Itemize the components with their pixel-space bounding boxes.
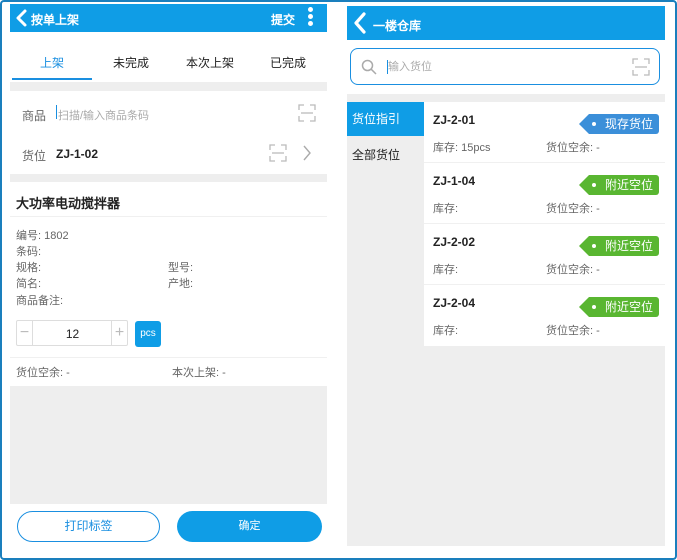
product-remark: 商品备注:	[16, 295, 64, 307]
product-short-name: 简名:	[16, 278, 42, 290]
right-header: 一楼仓库	[347, 6, 665, 40]
list-item[interactable]: ZJ-2-01 现存货位 库存: 15pcs 货位空余: -	[424, 102, 665, 163]
back-arrow-icon[interactable]	[351, 11, 369, 35]
location-search-input[interactable]	[388, 57, 618, 77]
location-value: ZJ-1-02	[56, 147, 99, 161]
empty-area	[10, 386, 327, 504]
this-shelved-text: 本次上架: -	[172, 367, 226, 379]
list-item[interactable]: ZJ-2-02 附近空位 库存: 货位空余: -	[424, 224, 665, 285]
tab-incomplete[interactable]: 未完成	[113, 54, 149, 71]
status-badge: 附近空位	[578, 175, 659, 195]
left-header: 按单上架 提交	[10, 4, 327, 32]
print-label-button[interactable]: 打印标签	[17, 511, 160, 542]
tab-shelve[interactable]: 上架	[40, 54, 64, 71]
shelving-panel: 按单上架 提交 上架 未完成 本次上架 已完成 商品 扫描/输入商品条码 货位 …	[10, 4, 327, 552]
back-arrow-icon[interactable]	[14, 8, 30, 28]
location-label: 货位	[22, 149, 47, 163]
search-icon	[361, 59, 377, 75]
goods-input-row[interactable]: 商品 扫描/输入商品条码	[10, 92, 327, 134]
warehouse-panel: 一楼仓库 货位指引 全部货位 ZJ-2-01 现存货位 库存: 15pcs 货位…	[347, 6, 665, 546]
product-model: 型号:	[168, 262, 194, 274]
goods-label: 商品	[22, 109, 47, 123]
active-tab-indicator	[12, 78, 92, 80]
warehouse-title: 一楼仓库	[373, 19, 422, 33]
list-item[interactable]: ZJ-2-04 附近空位 库存: 货位空余: -	[424, 285, 665, 346]
stock-text: 库存:	[433, 325, 459, 337]
list-item[interactable]: ZJ-1-04 附近空位 库存: 货位空余: -	[424, 163, 665, 224]
more-menu-icon[interactable]	[305, 5, 315, 31]
status-badge: 附近空位	[578, 236, 659, 256]
scan-icon[interactable]	[298, 104, 316, 122]
quantity-input[interactable]: 12	[35, 327, 110, 341]
location-code: ZJ-2-01	[433, 113, 476, 127]
space-text: 货位空余: -	[546, 203, 600, 215]
location-space-text: 货位空余: -	[16, 367, 70, 379]
space-text: 货位空余: -	[546, 142, 600, 154]
status-badge: 现存货位	[578, 114, 659, 134]
divider	[10, 357, 327, 358]
stock-text: 库存: 15pcs	[433, 142, 491, 154]
tab-this-shelving[interactable]: 本次上架	[186, 54, 234, 71]
goods-barcode-input[interactable]: 扫描/输入商品条码	[58, 107, 149, 123]
product-code: 编号: 1802	[16, 230, 69, 242]
stock-text: 库存:	[433, 203, 459, 215]
location-code: ZJ-2-04	[433, 296, 476, 310]
location-category-sidebar: 货位指引 全部货位	[347, 102, 424, 546]
tab-bar: 上架 未完成 本次上架 已完成	[10, 32, 327, 82]
scan-icon[interactable]	[632, 58, 650, 76]
location-code: ZJ-1-04	[433, 174, 476, 188]
unit-button[interactable]: pcs	[135, 321, 161, 347]
decrement-button[interactable]: −	[17, 321, 33, 345]
location-list: ZJ-2-01 现存货位 库存: 15pcs 货位空余: - ZJ-1-04 附…	[424, 102, 665, 346]
text-cursor	[56, 105, 57, 119]
product-spec: 规格:	[16, 262, 42, 274]
scan-icon[interactable]	[269, 144, 287, 162]
divider	[10, 216, 327, 217]
chevron-right-icon[interactable]	[302, 145, 312, 161]
product-card: 大功率电动搅拌器 编号: 1802 条码: 规格: 型号: 简名: 产地: 商品…	[10, 182, 327, 382]
location-code: ZJ-2-02	[433, 235, 476, 249]
confirm-button[interactable]: 确定	[177, 511, 322, 542]
product-origin: 产地:	[168, 278, 194, 290]
search-bar	[347, 40, 665, 94]
submit-button[interactable]: 提交	[271, 11, 295, 28]
sidebar-item-location-guide[interactable]: 货位指引	[347, 102, 424, 136]
space-text: 货位空余: -	[546, 264, 600, 276]
status-badge: 附近空位	[578, 297, 659, 317]
increment-button[interactable]: +	[111, 321, 127, 345]
product-barcode: 条码:	[16, 246, 42, 258]
page-title: 按单上架	[31, 13, 80, 27]
quantity-stepper: − 12 +	[16, 320, 128, 346]
product-name: 大功率电动搅拌器	[16, 196, 121, 211]
tab-completed[interactable]: 已完成	[270, 54, 306, 71]
location-row[interactable]: 货位 ZJ-1-02	[10, 132, 327, 174]
sidebar-item-all-locations[interactable]: 全部货位	[347, 138, 424, 172]
stock-text: 库存:	[433, 264, 459, 276]
divider	[10, 82, 327, 91]
divider	[10, 174, 327, 182]
search-box	[350, 48, 660, 85]
space-text: 货位空余: -	[546, 325, 600, 337]
